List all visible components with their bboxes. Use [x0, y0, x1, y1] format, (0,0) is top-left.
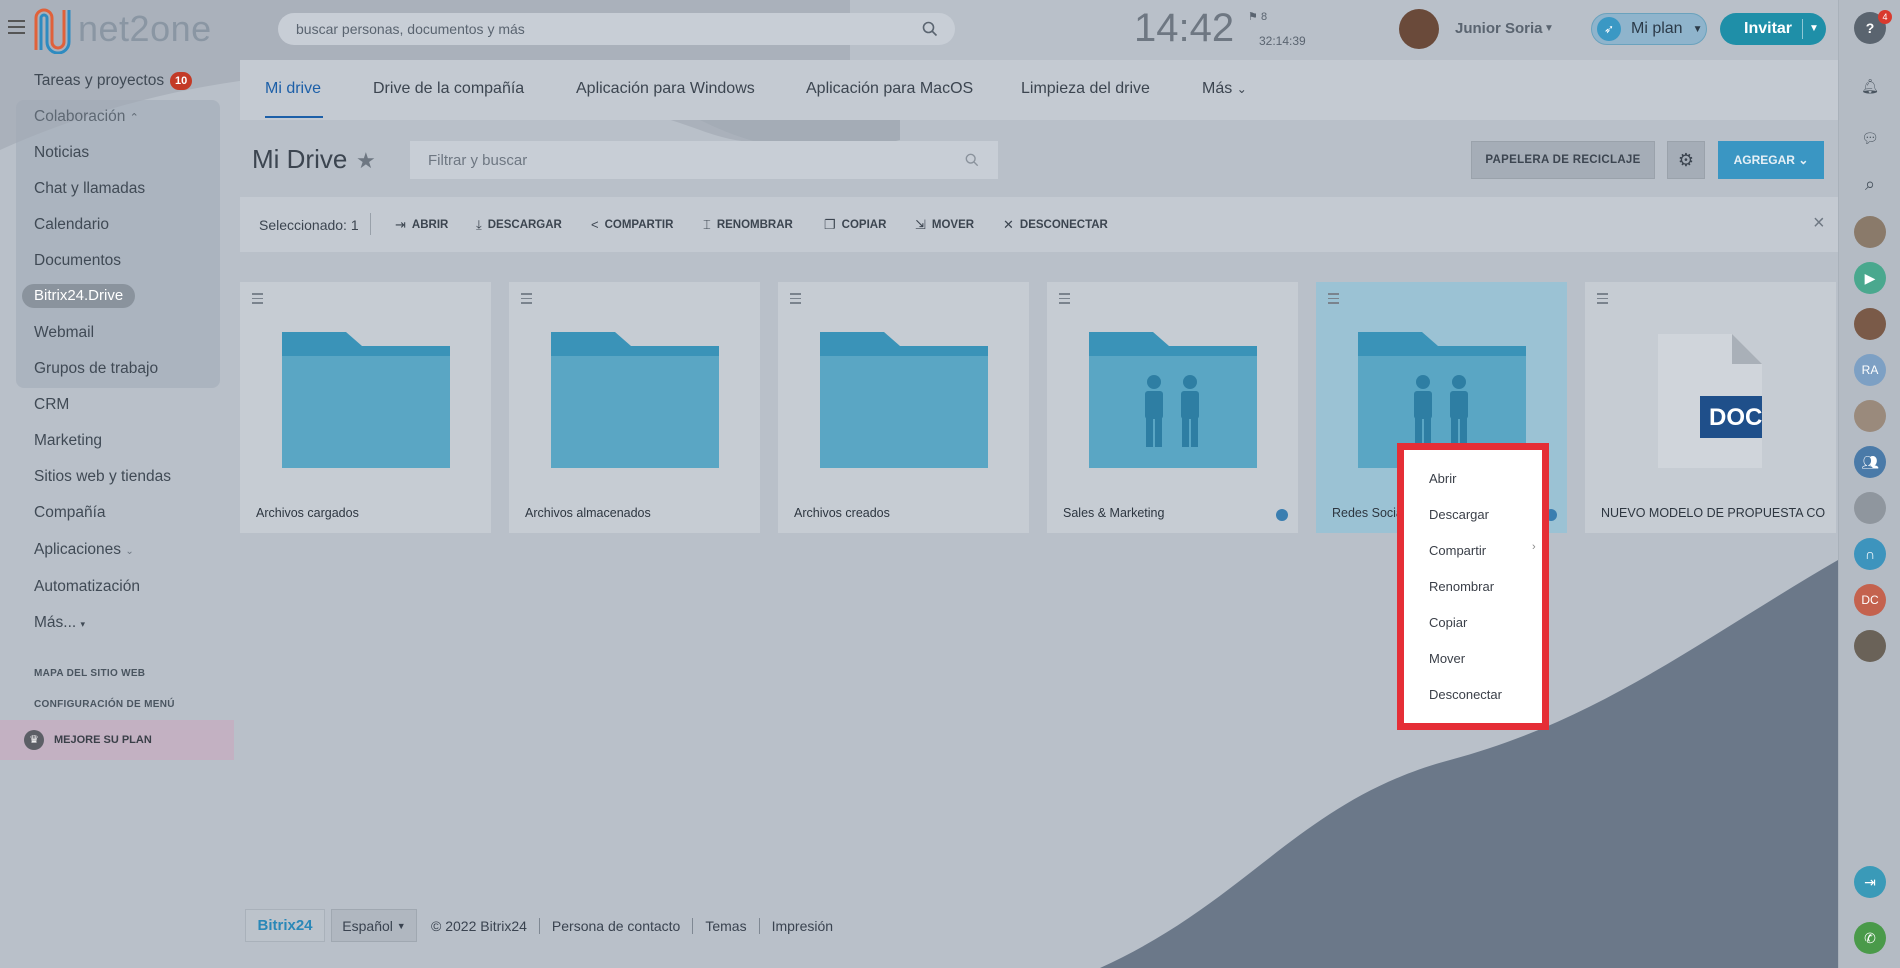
global-search[interactable] — [278, 13, 955, 45]
logo-mark-icon — [34, 8, 71, 54]
right-rail: ? 4 🔔︎ 💬︎ ⌕ ▶ RA 👥︎ ∩ DC ⇥ ✆ — [1838, 0, 1900, 968]
file-tile[interactable]: Archivos almacenados — [509, 282, 760, 533]
flag-count: 8 — [1260, 11, 1268, 23]
file-name[interactable]: NUEVO MODELO DE PROPUESTA CO... — [1601, 506, 1826, 520]
menu-item-disconnect[interactable]: Desconectar — [1429, 687, 1502, 702]
folder-icon — [551, 332, 719, 468]
menu-item-share[interactable]: Compartir — [1429, 543, 1486, 558]
invite-button[interactable]: Invitar ▼ — [1720, 13, 1826, 45]
shared-folder-icon — [1089, 332, 1257, 468]
avatar[interactable] — [1854, 308, 1886, 340]
copyright: © 2022 Bitrix24 — [431, 917, 527, 934]
avatar[interactable] — [1854, 400, 1886, 432]
group-icon[interactable]: 👥︎ — [1854, 446, 1886, 478]
bell-icon[interactable]: 🔔︎ — [1854, 70, 1886, 102]
file-tile[interactable]: Sales & Marketing — [1047, 282, 1298, 533]
crown-icon: ♛ — [24, 730, 44, 750]
avatar[interactable] — [1854, 216, 1886, 248]
phone-icon[interactable]: ✆ — [1854, 922, 1886, 954]
folder-icon — [282, 332, 450, 468]
upgrade-plan-button[interactable]: ♛ MEJORE SU PLAN — [0, 720, 234, 760]
exit-icon[interactable]: ⇥ — [1854, 866, 1886, 898]
invite-label: Invitar — [1744, 20, 1793, 37]
footer: Bitrix24 Español ▼ © 2022 Bitrix24 Perso… — [245, 909, 845, 942]
rocket-icon: ➶ — [1597, 17, 1621, 41]
themes-link[interactable]: Temas — [692, 917, 758, 934]
footer-logo[interactable]: Bitrix24 — [245, 909, 325, 942]
menu-config-link[interactable]: CONFIGURACIÓN DE MENÚ — [34, 699, 175, 710]
file-tile[interactable]: Archivos cargados — [240, 282, 491, 533]
video-call-icon[interactable]: ▶ — [1854, 262, 1886, 294]
file-name[interactable]: Archivos almacenados — [525, 506, 750, 520]
search-icon[interactable]: ⌕ — [1854, 168, 1886, 200]
menu-item-open[interactable]: Abrir — [1429, 471, 1456, 486]
menu-icon[interactable] — [8, 20, 25, 34]
chat-icon[interactable]: 💬︎ — [1854, 122, 1886, 154]
file-tile[interactable]: DOC NUEVO MODELO DE PROPUESTA CO... — [1585, 282, 1836, 533]
my-plan-label: Mi plan — [1631, 20, 1683, 37]
upgrade-plan-label: MEJORE SU PLAN — [54, 734, 152, 746]
sitemap-link[interactable]: MAPA DEL SITIO WEB — [34, 668, 145, 679]
avatar[interactable]: DC — [1854, 584, 1886, 616]
avatar[interactable] — [1854, 492, 1886, 524]
language-label: Español — [342, 917, 393, 934]
flag-icon: ⚑ — [1248, 11, 1258, 23]
top-bar: net2one 14:42 ⚑ 8 32:14:39 Junior Soria … — [0, 0, 1900, 58]
work-timer: 32:14:39 — [1259, 34, 1306, 48]
clock[interactable]: 14:42 — [1134, 6, 1234, 51]
chevron-down-icon: ▼ — [396, 920, 406, 931]
chevron-right-icon: › — [1532, 541, 1536, 553]
avatar[interactable] — [1854, 630, 1886, 662]
menu-item-rename[interactable]: Renombrar — [1429, 579, 1494, 594]
menu-item-move[interactable]: Mover — [1429, 651, 1465, 666]
my-plan-button[interactable]: ➶ Mi plan ▼ — [1591, 13, 1707, 45]
drag-handle-icon[interactable] — [252, 293, 263, 307]
drag-handle-icon[interactable] — [1059, 293, 1070, 307]
avatar[interactable]: RA — [1854, 354, 1886, 386]
logo-icon[interactable]: ∩ — [1854, 538, 1886, 570]
file-tile[interactable]: Archivos creados — [778, 282, 1029, 533]
flag-counter[interactable]: ⚑ 8 — [1248, 10, 1267, 23]
drag-handle-icon[interactable] — [1328, 293, 1339, 307]
chevron-down-icon[interactable]: ▼ — [1544, 23, 1554, 34]
menu-item-copy[interactable]: Copiar — [1429, 615, 1467, 630]
menu-item-download[interactable]: Descargar — [1429, 507, 1489, 522]
chevron-down-icon[interactable]: ▼ — [1809, 23, 1819, 34]
chevron-down-icon: ▼ — [1692, 23, 1703, 35]
file-grid: Archivos cargados Archivos almacenados A… — [0, 58, 1838, 658]
imprint-link[interactable]: Impresión — [758, 917, 845, 934]
avatar[interactable] — [1399, 9, 1439, 49]
search-icon[interactable] — [922, 21, 938, 37]
search-input[interactable] — [278, 13, 898, 45]
file-name[interactable]: Archivos cargados — [256, 506, 481, 520]
divider — [1802, 19, 1803, 39]
file-name[interactable]: Archivos creados — [794, 506, 1019, 520]
doc-file-icon — [1658, 334, 1762, 468]
shared-icon — [1276, 509, 1288, 521]
file-name[interactable]: Sales & Marketing — [1063, 506, 1288, 520]
context-menu: Abrir Descargar Compartir › Renombrar Co… — [1397, 443, 1549, 730]
doc-label: DOC — [1709, 404, 1763, 431]
user-name[interactable]: Junior Soria — [1455, 20, 1543, 37]
language-select[interactable]: Español ▼ — [331, 909, 417, 942]
contact-link[interactable]: Persona de contacto — [538, 917, 692, 934]
help-badge: 4 — [1878, 10, 1892, 24]
logo-text: net2one — [78, 8, 212, 49]
logo[interactable]: net2one — [30, 2, 212, 56]
drag-handle-icon[interactable] — [521, 293, 532, 307]
drag-handle-icon[interactable] — [1597, 293, 1608, 307]
folder-icon — [820, 332, 988, 468]
drag-handle-icon[interactable] — [790, 293, 801, 307]
